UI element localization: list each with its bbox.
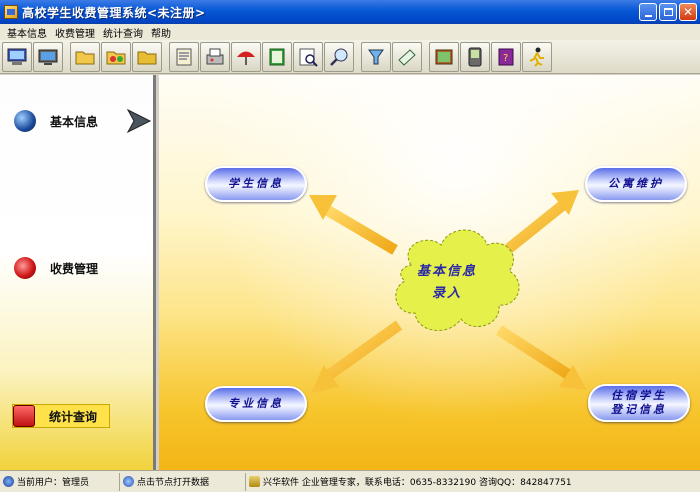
status-hint: 点击节点打开数据 (137, 478, 210, 488)
toolbar-folder-open-button[interactable] (132, 41, 162, 72)
picture-frame-icon (435, 49, 453, 64)
sidebar-item-basic-info[interactable]: 基本信息 (14, 109, 98, 133)
folder-icon (75, 51, 95, 64)
center-node-line-1: 基本信息 (416, 264, 477, 279)
toolbar-folder-button[interactable] (70, 41, 100, 72)
zoom-document-icon (299, 48, 318, 67)
status-user: 当前用户：管理员 (17, 478, 90, 488)
funnel-icon (368, 49, 384, 64)
user-icon (3, 476, 14, 487)
sidebar-item-label: 基本信息 (50, 114, 99, 129)
umbrella-icon (237, 51, 255, 65)
center-node-label[interactable]: 基本信息 录入 (407, 261, 487, 305)
close-icon: ✕ (682, 5, 694, 19)
window-title: 高校学生收费管理系统<未注册> (22, 5, 206, 20)
node-student-info[interactable]: 学生信息 (205, 166, 307, 202)
pda-icon (468, 47, 482, 66)
help-book-icon: ? (498, 48, 514, 65)
node-dorm-maintenance[interactable]: 公寓维护 (585, 166, 687, 202)
fax-icon (206, 48, 224, 64)
toolbar-picture-frame-button[interactable] (429, 41, 459, 72)
paper-icon (398, 48, 416, 66)
status-bar: 当前用户：管理员 点击节点打开数据 兴华软件 企业管理专家，联系电话：0635-… (0, 470, 700, 492)
toolbar-computer-button[interactable] (2, 41, 32, 72)
arrow-to-major-info (311, 320, 403, 393)
company-icon (249, 476, 260, 487)
toolbar-monitor-button[interactable] (33, 41, 63, 72)
computer-icon (7, 48, 27, 65)
sidebar: 基本信息 收费管理 统计查询 (0, 75, 156, 470)
menu-fee-management[interactable]: 收费管理 (51, 25, 99, 40)
book-icon (269, 48, 285, 65)
toolbar-funnel-button[interactable] (361, 41, 391, 72)
menu-help[interactable]: 帮助 (147, 25, 175, 40)
sidebar-item-statistics[interactable]: 统计查询 (12, 404, 111, 428)
window-controls: ✕ (639, 3, 697, 21)
arrow-to-student-info (309, 195, 398, 255)
diagram-canvas: 基本信息 录入 学生信息 公寓维护 专业信息 住宿学生 登记信息 (159, 75, 700, 470)
toolbar-zoom-document-button[interactable] (293, 41, 323, 72)
toolbar: ? (0, 40, 700, 74)
status-company: 兴华软件 企业管理专家，联系电话：0635-8332190 咨询QQ：84284… (263, 478, 572, 488)
toolbar-fax-button[interactable] (200, 41, 230, 72)
title-bar: 高校学生收费管理系统<未注册> ✕ (0, 0, 700, 24)
node-dorm-maintenance-label: 公寓维护 (608, 177, 664, 190)
node-dorm-registration-line-1: 住宿学生 (611, 389, 667, 402)
node-major-info[interactable]: 专业信息 (205, 386, 307, 422)
center-node-line-2: 录入 (431, 286, 462, 301)
toolbar-scroll-button[interactable] (169, 41, 199, 72)
network-folder-icon (106, 51, 126, 64)
status-hint-segment: 点击节点打开数据 (120, 472, 246, 491)
info-icon (123, 476, 134, 487)
minimize-icon (644, 14, 652, 17)
toolbar-network-folder-button[interactable] (101, 41, 131, 72)
status-user-segment: 当前用户：管理员 (0, 472, 120, 491)
sidebar-item-fee-management[interactable]: 收费管理 (14, 256, 98, 280)
sidebar-item-label: 收费管理 (50, 261, 99, 276)
arrow-to-dorm-registration (496, 325, 587, 390)
toolbar-umbrella-button[interactable] (231, 41, 261, 72)
app-icon (4, 5, 18, 19)
scroll-icon (176, 48, 192, 65)
globe-icon (14, 110, 36, 132)
node-dorm-registration-line-2: 登记信息 (611, 403, 667, 416)
arrow-to-dorm-maintenance (503, 190, 579, 255)
toolbar-paper-button[interactable] (392, 41, 422, 72)
status-company-segment: 兴华软件 企业管理专家，联系电话：0635-8332190 咨询QQ：84284… (246, 473, 700, 491)
runner-icon (529, 47, 544, 67)
menu-basic-info[interactable]: 基本信息 (3, 25, 51, 40)
menu-bar: 基本信息 收费管理 统计查询 帮助 (0, 24, 700, 40)
maximize-icon (663, 8, 673, 16)
close-button[interactable]: ✕ (679, 3, 697, 21)
magnifier-icon (330, 48, 348, 66)
toolbar-pda-button[interactable] (460, 41, 490, 72)
maximize-button[interactable] (659, 3, 677, 21)
red-ball-icon (14, 257, 36, 279)
monitor-icon (38, 49, 58, 65)
minimize-button[interactable] (639, 3, 657, 21)
sidebar-item-label: 统计查询 (49, 409, 98, 424)
svg-text:?: ? (503, 53, 508, 64)
toolbar-magnifier-button[interactable] (324, 41, 354, 72)
folder-open-icon (137, 51, 157, 64)
node-dorm-registration[interactable]: 住宿学生 登记信息 (588, 384, 690, 422)
node-major-info-label: 专业信息 (228, 397, 284, 410)
toolbar-book-button[interactable] (262, 41, 292, 72)
node-student-info-label: 学生信息 (228, 177, 284, 190)
selection-arrow-icon (126, 108, 152, 134)
toolbar-help-book-button[interactable]: ? (491, 41, 521, 72)
toolbox-icon (13, 405, 35, 427)
toolbar-runner-button[interactable] (522, 41, 552, 72)
menu-statistics[interactable]: 统计查询 (99, 25, 147, 40)
